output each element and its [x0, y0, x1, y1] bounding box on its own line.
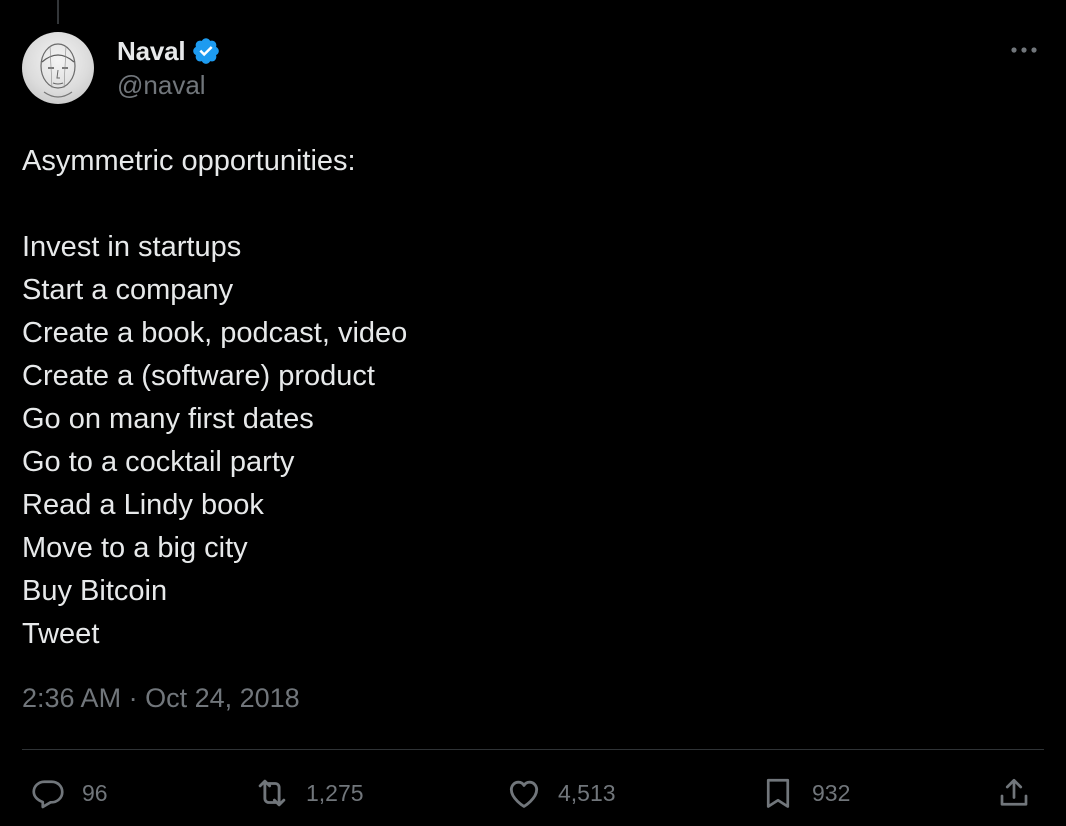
bookmark-button[interactable]: 932: [758, 770, 850, 816]
tweet-time[interactable]: 2:36 AM: [22, 683, 121, 713]
bookmark-count: 932: [812, 779, 851, 806]
repost-count: 1,275: [306, 779, 364, 806]
tweet-line: Create a book, podcast, video: [22, 317, 408, 349]
tweet-line: Asymmetric opportunities:: [22, 145, 356, 177]
more-options-icon: [1011, 47, 1037, 53]
tweet-timestamp: 2:36 AM · Oct 24, 2018: [22, 683, 300, 714]
verified-badge-icon: [191, 36, 221, 66]
tweet-date[interactable]: Oct 24, 2018: [145, 683, 300, 713]
tweet-line: Start a company: [22, 274, 234, 306]
author-handle[interactable]: @naval: [117, 70, 206, 101]
reply-icon: [28, 773, 68, 813]
share-icon: [994, 773, 1034, 813]
avatar-sketch-image: [40, 43, 76, 98]
tweet-line: Buy Bitcoin: [22, 575, 168, 607]
reply-button[interactable]: 96: [28, 770, 108, 816]
like-count: 4,513: [558, 779, 616, 806]
tweet-line: Move to a big city: [22, 532, 248, 564]
tweet-line: Create a (software) product: [22, 360, 375, 392]
tweet-body: Asymmetric opportunities: Invest in star…: [22, 140, 1022, 656]
author-name-row: Naval: [117, 34, 221, 68]
tweet-line: Read a Lindy book: [22, 489, 264, 521]
action-bar-divider: [22, 749, 1044, 750]
timestamp-separator: ·: [128, 683, 138, 713]
heart-icon: [504, 773, 544, 813]
repost-button[interactable]: 1,275: [252, 770, 364, 816]
bookmark-icon: [758, 773, 798, 813]
tweet-line: Tweet: [22, 618, 100, 650]
share-button[interactable]: [994, 770, 1034, 816]
reply-count: 96: [82, 779, 108, 806]
more-options-button[interactable]: [1006, 36, 1042, 64]
author-display-name[interactable]: Naval: [117, 36, 186, 67]
tweet-action-bar: 96 1,275 4,513 932: [22, 770, 1044, 816]
tweet-line: Go on many first dates: [22, 403, 314, 435]
thread-connector-line: [57, 0, 59, 24]
avatar[interactable]: [22, 32, 94, 104]
tweet-line: Go to a cocktail party: [22, 446, 295, 478]
tweet-line: Invest in startups: [22, 231, 242, 263]
like-button[interactable]: 4,513: [504, 770, 616, 816]
repost-icon: [252, 773, 292, 813]
